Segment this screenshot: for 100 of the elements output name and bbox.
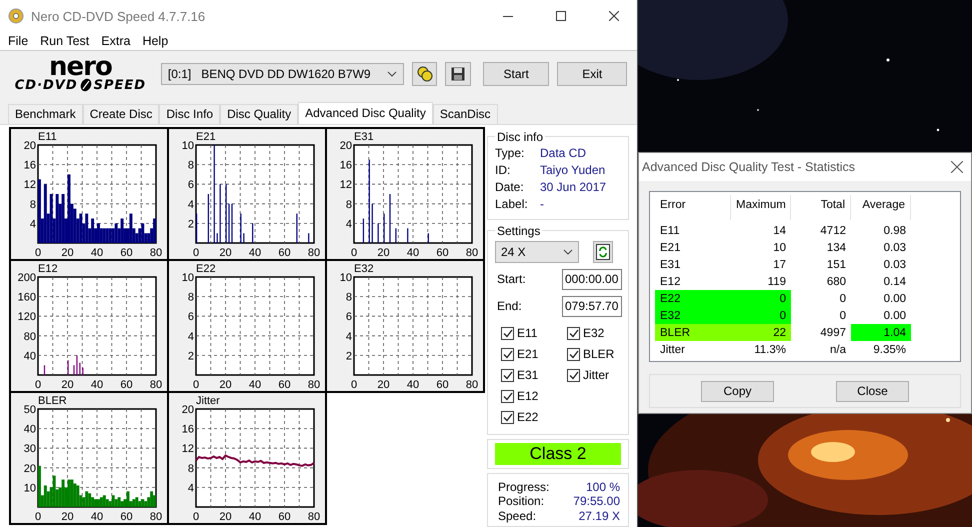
- x-tick-label: 40: [90, 378, 104, 388]
- y-tick-label: 4: [346, 218, 352, 230]
- x-tick-label: 20: [61, 246, 74, 256]
- x-tick-label: 60: [278, 378, 291, 388]
- table-cell-text: 10: [772, 241, 787, 256]
- y-tick-label: 20: [24, 462, 36, 474]
- x-tick-label: 40: [248, 378, 262, 388]
- chart-title: E32: [354, 262, 374, 274]
- y-tick-label: 4: [188, 482, 194, 494]
- y-tick-label: 160: [18, 291, 36, 304]
- table-cell-text: 11.3%: [753, 343, 787, 358]
- x-tick-label: 60: [120, 510, 133, 520]
- table-cell: BLER: [655, 324, 731, 341]
- y-tick-label: 2: [188, 218, 194, 230]
- table-cell-text: E31: [659, 258, 682, 273]
- info-value: -: [540, 196, 545, 212]
- x-tick-label: 60: [278, 510, 291, 520]
- y-tick-label: 16: [340, 159, 352, 172]
- chart-title: Jitter: [196, 394, 220, 406]
- x-tick-label: 20: [61, 510, 74, 520]
- info-label: Type:: [495, 144, 526, 162]
- y-tick-label: 4: [188, 330, 194, 342]
- y-tick-label: 16: [24, 159, 36, 172]
- y-tick-label: 4: [346, 330, 352, 342]
- progress-value: 79:55.00: [573, 494, 620, 508]
- info-value: 30 Jun 2017: [540, 178, 608, 196]
- x-tick-label: 20: [377, 378, 390, 388]
- y-tick-label: 8: [346, 291, 352, 304]
- y-tick-label: 2: [346, 350, 352, 362]
- chart-title: E31: [354, 130, 374, 142]
- y-tick-label: 6: [346, 310, 352, 323]
- x-tick-label: 80: [466, 378, 478, 388]
- checkbox-label: E31: [517, 368, 538, 382]
- x-tick-label: 20: [61, 378, 74, 388]
- x-tick-label: 0: [192, 246, 200, 256]
- x-tick-label: 60: [436, 246, 449, 256]
- x-tick-label: 80: [308, 246, 320, 256]
- y-tick-label: 12: [182, 442, 194, 455]
- x-tick-label: 20: [219, 510, 232, 520]
- x-tick-label: 20: [219, 246, 232, 256]
- y-tick-label: 4: [188, 198, 194, 210]
- y-tick-label: 10: [24, 482, 36, 494]
- x-tick-label: 0: [192, 378, 200, 388]
- progress-label: Progress:: [498, 480, 550, 494]
- y-tick-label: 40: [24, 350, 36, 362]
- table-cell-text: 14: [772, 224, 787, 239]
- y-tick-label: 80: [24, 330, 36, 342]
- x-tick-label: 60: [436, 378, 449, 388]
- chart-title: E11: [38, 130, 57, 142]
- checkbox-label: E22: [517, 410, 538, 424]
- y-tick-label: 2: [188, 350, 194, 362]
- checkbox-label: BLER: [583, 347, 614, 361]
- y-tick-label: 4: [30, 218, 36, 230]
- x-tick-label: 0: [34, 510, 42, 520]
- y-tick-label: 12: [24, 178, 36, 191]
- x-tick-label: 60: [120, 246, 133, 256]
- field-label: Start:: [497, 272, 526, 286]
- y-tick-label: 8: [188, 462, 194, 474]
- y-tick-label: 10: [182, 140, 194, 152]
- chart-title: BLER: [38, 394, 67, 406]
- logo-brand: nero: [49, 56, 112, 78]
- table-cell-text: 0: [838, 292, 847, 307]
- x-tick-label: 80: [150, 510, 162, 520]
- progress-label: Speed:: [498, 508, 536, 523]
- y-tick-label: 8: [346, 198, 352, 210]
- table-cell-text: 0.03: [882, 241, 907, 256]
- table-cell-text: 9.35%: [872, 343, 907, 358]
- y-tick-label: 20: [340, 140, 352, 152]
- checkbox-label: E21: [517, 347, 538, 361]
- table-cell-text: 0.00: [882, 292, 907, 307]
- y-tick-label: 40: [24, 423, 36, 436]
- x-tick-label: 40: [248, 510, 262, 520]
- x-tick-label: 60: [278, 246, 291, 256]
- y-tick-label: 10: [340, 272, 352, 284]
- x-tick-label: 20: [377, 246, 390, 256]
- y-tick-label: 12: [340, 178, 352, 191]
- checkbox-label: E32: [583, 326, 604, 340]
- y-tick-label: 8: [30, 198, 36, 210]
- progress-label: Position:: [498, 494, 544, 508]
- table-cell-text: n/a: [829, 343, 847, 358]
- logo-text: CD·DVD: [14, 78, 78, 93]
- y-tick-label: 8: [188, 291, 194, 304]
- window-title: Nero CD-DVD Speed 4.7.7.16: [31, 8, 206, 24]
- progress-value: 27.19 X: [578, 508, 620, 523]
- x-tick-label: 80: [150, 246, 162, 256]
- table-cell-text: 0: [838, 309, 847, 324]
- y-tick-label: 6: [188, 310, 194, 323]
- x-tick-label: 0: [34, 378, 42, 388]
- table-cell-text: 4712: [819, 224, 847, 239]
- field-label: End:: [497, 299, 522, 313]
- x-tick-label: 80: [308, 510, 320, 520]
- table-cell-text: 0.14: [882, 275, 907, 290]
- table-cell-text: 680: [826, 275, 847, 290]
- x-tick-label: 40: [406, 378, 420, 388]
- table-cell-text: 151: [826, 258, 847, 273]
- chart-title: E22: [196, 262, 216, 274]
- y-tick-label: 50: [24, 404, 36, 416]
- table-cell-text: E12: [659, 275, 682, 290]
- checkbox-label: E12: [517, 389, 538, 403]
- table-cell-text: E11: [659, 224, 681, 239]
